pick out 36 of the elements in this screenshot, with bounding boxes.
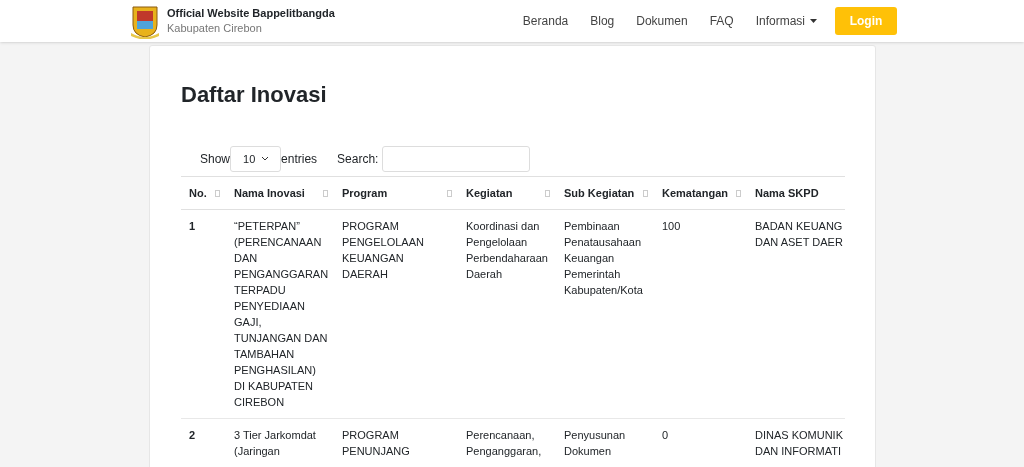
table-cell: “PETERPAN” (PERENCANAAN DAN PENGANGGARAN TERPADU PENYEDIAAN GAJI, TUNJANGAN DAN TAMBAHAN PENGHASILAN) DI KABUPATEN CIREBON [226, 209, 334, 419]
nav-link[interactable]: Informasi [755, 12, 817, 30]
column-header[interactable]: Sub Kegiatan [556, 176, 654, 210]
table-cell: 100 [654, 209, 747, 419]
table-cell: 1 [181, 209, 226, 419]
search-field[interactable] [382, 146, 531, 172]
page-title: Daftar Inovasi [181, 81, 328, 109]
nav-link[interactable]: Beranda [522, 12, 569, 30]
site-title: Official Website Bappelitbangda [167, 6, 335, 21]
table-cell: BADAN KEUANG DAN ASET DAER [747, 209, 845, 419]
emblem-logo [129, 3, 161, 39]
table-cell: PROGRAM PENGELOLAAN KEUANGAN DAERAH [334, 209, 458, 419]
table-cell: DINAS KOMUNIK DAN INFORMATI [747, 418, 845, 467]
search-label: Search: [337, 151, 379, 168]
table-cell: Perencanaan, Penganggaran, [458, 418, 556, 467]
column-header[interactable]: Nama SKPD [747, 176, 845, 210]
table-cell: Koordinasi dan Pengelolaan Perbendaharaan Daerah [458, 209, 556, 419]
show-label: Show [200, 151, 231, 168]
table-cell: PROGRAM PENUNJANG [334, 418, 458, 467]
column-header[interactable]: Kematangan [654, 176, 747, 210]
chevron-icon [262, 157, 269, 161]
table-cell: 2 [181, 418, 226, 467]
column-header[interactable]: Nama Inovasi [226, 176, 334, 210]
column-header[interactable]: Kegiatan [458, 176, 556, 210]
column-header[interactable]: Program [334, 176, 458, 210]
table-cell: 3 Tier Jarkomdat (Jaringan [226, 418, 334, 467]
column-header[interactable]: No. [181, 176, 226, 210]
table-cell: 0 [654, 418, 747, 467]
site-subtitle: Kabupaten Cirebon [167, 21, 263, 36]
nav-link[interactable]: Blog [590, 12, 615, 30]
entries-label: entries [281, 151, 318, 168]
table-cell: Pembinaan Penatausahaan Keuangan Pemerintah Kabupaten/Kota [556, 209, 654, 419]
entries-select[interactable]: 10 [230, 146, 282, 172]
nav-link[interactable]: FAQ [709, 12, 734, 30]
nav-link[interactable]: Dokumen [636, 12, 688, 30]
table-cell: Penyusunan Dokumen [556, 418, 654, 467]
